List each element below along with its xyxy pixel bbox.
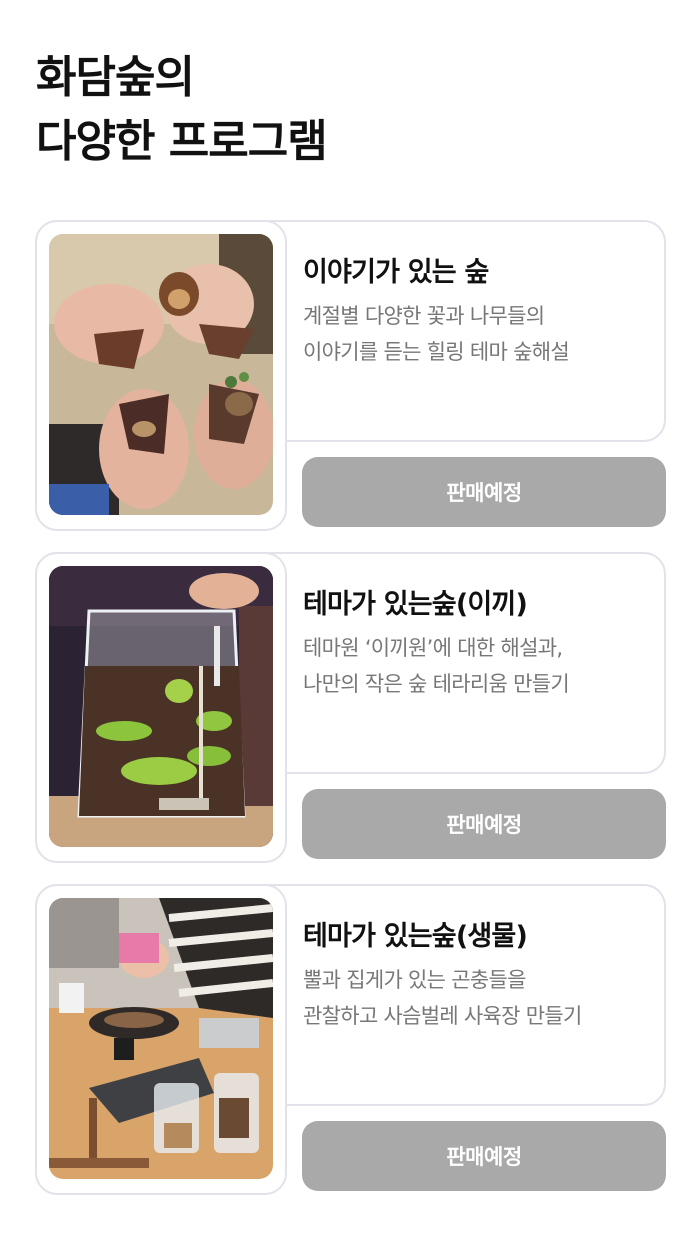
program-card-creature-forest[interactable]: 테마가 있는숲(생물) 뿔과 집게가 있는 곤충들을 관찰하고 사슴벌레 사육장… [35,884,666,1195]
program-title: 테마가 있는숲(생물) [303,921,528,952]
program-photo[interactable] [49,234,273,515]
program-description: 뿔과 집게가 있는 곤충들을 관찰하고 사슴벌레 사육장 만들기 [303,962,653,1034]
program-description-line-1: 계절별 다양한 꽃과 나무들의 [303,304,545,328]
coming-soon-button[interactable]: 판매예정 [302,789,666,859]
program-title: 이야기가 있는 숲 [303,257,489,288]
page-title: 화담숲의 다양한 프로그램 [36,46,328,174]
program-description-line-2: 나만의 작은 숲 테라리움 만들기 [303,672,570,696]
program-photo[interactable] [49,898,273,1179]
coming-soon-button[interactable]: 판매예정 [302,1121,666,1191]
program-description: 계절별 다양한 꽃과 나무들의 이야기를 듣는 힐링 테마 숲해설 [303,298,653,370]
program-description-line-1: 테마원 ‘이끼원’에 대한 해설과, [303,636,563,660]
page-title-line-2: 다양한 프로그램 [36,116,328,167]
page-title-line-1: 화담숲의 [36,52,195,103]
program-title: 테마가 있는숲(이끼) [303,589,528,620]
program-photo[interactable] [49,566,273,847]
program-description-line-2: 관찰하고 사슴벌레 사육장 만들기 [303,1004,582,1028]
program-description: 테마원 ‘이끼원’에 대한 해설과, 나만의 작은 숲 테라리움 만들기 [303,630,653,702]
coming-soon-button[interactable]: 판매예정 [302,457,666,527]
program-card-story-forest[interactable]: 이야기가 있는 숲 계절별 다양한 꽃과 나무들의 이야기를 듣는 힐링 테마 … [35,220,666,531]
program-card-moss-forest[interactable]: 테마가 있는숲(이끼) 테마원 ‘이끼원’에 대한 해설과, 나만의 작은 숲 … [35,552,666,863]
program-description-line-2: 이야기를 듣는 힐링 테마 숲해설 [303,340,570,364]
program-description-line-1: 뿔과 집게가 있는 곤충들을 [303,968,526,992]
